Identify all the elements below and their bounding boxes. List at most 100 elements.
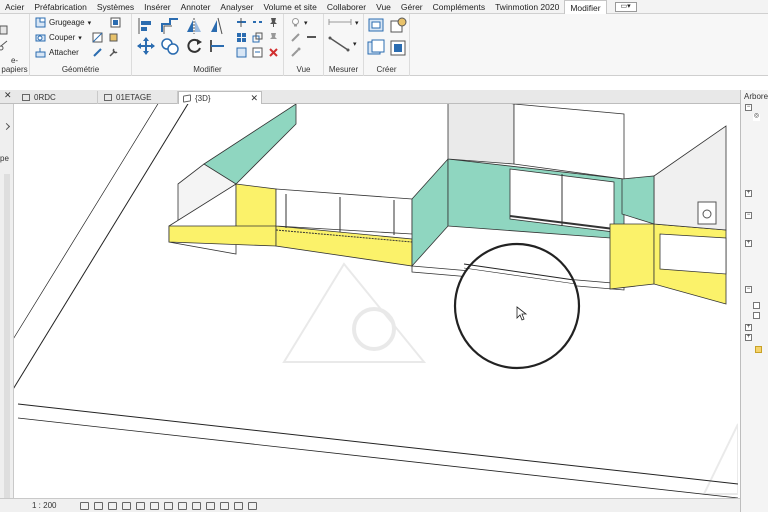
drawing-area-3d[interactable] <box>14 104 738 498</box>
building-right-wing[interactable] <box>609 125 727 305</box>
mirror-axis-icon[interactable] <box>184 16 204 36</box>
aligned-dimension-icon[interactable]: ▾ <box>328 36 357 52</box>
chevron-right-icon[interactable] <box>2 122 11 131</box>
join-geometry-button[interactable] <box>110 17 121 28</box>
tree-expand-icon[interactable]: + <box>745 190 752 197</box>
link-icon <box>755 346 762 353</box>
paint-button[interactable] <box>108 32 119 43</box>
attach-button[interactable]: Attacher <box>35 47 79 58</box>
temporary-hide-icon[interactable] <box>192 502 201 510</box>
cut-icon[interactable] <box>0 40 9 51</box>
paintbrush-icon[interactable] <box>290 47 301 58</box>
terrain-edge-line <box>14 104 189 389</box>
tab-3d[interactable]: {3D} ✕ <box>178 91 262 104</box>
chevron-down-icon: ▾ <box>78 34 82 42</box>
tree-collapse-icon[interactable]: − <box>745 286 752 293</box>
tree-collapse-icon[interactable]: − <box>745 212 752 219</box>
clipboard-panel: e-papiers <box>0 14 30 76</box>
measure-panel: ▾ ▾ Mesurer <box>324 14 364 76</box>
visual-style-icon[interactable] <box>94 502 103 510</box>
trim-multiple-button[interactable] <box>252 47 263 58</box>
tab-label: {3D} <box>195 94 211 103</box>
wrench-icon[interactable] <box>108 47 119 58</box>
offset-icon[interactable] <box>160 16 180 36</box>
menu-tab-acier[interactable]: Acier <box>0 0 29 14</box>
render-icon[interactable] <box>136 502 145 510</box>
menu-tab-vue[interactable]: Vue <box>371 0 396 14</box>
pencil-icon[interactable] <box>290 32 301 43</box>
crop-region-icon[interactable] <box>164 502 173 510</box>
shadows-icon[interactable] <box>122 502 131 510</box>
view-scale[interactable]: 1 : 200 <box>32 501 56 510</box>
detail-level-icon[interactable] <box>80 502 89 510</box>
menu-tab-annoter[interactable]: Annoter <box>176 0 216 14</box>
views-icon: ◎ <box>753 113 760 121</box>
menu-tab-analyser[interactable]: Analyser <box>215 0 258 14</box>
measure-distance-icon[interactable]: ▾ <box>328 17 359 28</box>
array-button[interactable] <box>236 32 247 43</box>
move-icon[interactable] <box>136 36 156 56</box>
cut-geometry-icon <box>35 32 46 43</box>
split-face-button[interactable] <box>92 32 103 43</box>
menu-tab-complements[interactable]: Compléments <box>428 0 490 14</box>
appliance-symbol <box>697 201 717 225</box>
slab-edge-line <box>17 403 738 485</box>
copy-icon[interactable] <box>160 36 180 56</box>
clipboard-panel-label: e-papiers <box>1 56 28 74</box>
highlight-displacement-icon[interactable] <box>234 502 243 510</box>
crop-view-icon[interactable] <box>150 502 159 510</box>
pin-button[interactable] <box>268 17 279 28</box>
measure-panel-label: Mesurer <box>328 65 359 74</box>
zoom-lens-circle <box>453 242 581 370</box>
trim-extend-icon[interactable] <box>208 36 228 56</box>
rotate-icon[interactable] <box>184 36 204 56</box>
menu-tab-volume-site[interactable]: Volume et site <box>258 0 321 14</box>
create-similar-icon[interactable] <box>366 16 386 36</box>
menu-tab-inserer[interactable]: Insérer <box>139 0 175 14</box>
scale-button[interactable] <box>252 32 263 43</box>
sun-path-icon[interactable] <box>108 502 117 510</box>
menu-tab-collaborer[interactable]: Collaborer <box>322 0 371 14</box>
delete-icon[interactable] <box>268 47 279 58</box>
tab-01etage[interactable]: 01ETAGE <box>100 91 178 104</box>
reveal-hidden-icon[interactable] <box>206 502 215 510</box>
chevron-down-icon: ▾ <box>87 19 92 27</box>
menu-tab-twinmotion[interactable]: Twinmotion 2020 <box>490 0 564 14</box>
cope-icon <box>35 17 46 28</box>
tree-expand-icon[interactable]: + <box>745 324 752 331</box>
properties-scrollbar[interactable] <box>4 174 10 512</box>
view-control-bar: 1 : 200 <box>0 498 740 512</box>
create-group-icon[interactable] <box>388 38 408 58</box>
menu-tab-modifier[interactable]: Modifier <box>564 0 607 14</box>
create-assembly-icon[interactable] <box>388 16 408 36</box>
unpin-button[interactable] <box>268 32 279 43</box>
create-parts-icon[interactable] <box>366 38 386 58</box>
lightbulb-icon[interactable]: ▾ <box>290 17 308 28</box>
analytical-model-icon[interactable] <box>220 502 229 510</box>
sheet-icon <box>753 312 760 319</box>
show-constraints-icon[interactable] <box>248 502 257 510</box>
wall-joins-button[interactable] <box>92 47 103 58</box>
menu-tab-systemes[interactable]: Systèmes <box>92 0 139 14</box>
paste-icon[interactable] <box>0 24 9 35</box>
linework-icon[interactable] <box>306 32 317 43</box>
ribbon-minimize-toggle[interactable]: ▭▾ <box>614 1 637 12</box>
group-button[interactable] <box>236 47 247 58</box>
align-icon[interactable] <box>136 16 156 36</box>
project-browser-title: Arbore <box>744 92 768 101</box>
cut-geometry-button[interactable]: Couper ▾ <box>35 32 82 43</box>
split-gap-button[interactable] <box>252 17 263 28</box>
lock-view-icon[interactable] <box>178 502 187 510</box>
tree-expand-icon[interactable]: + <box>745 240 752 247</box>
tree-collapse-icon[interactable]: − <box>745 104 752 111</box>
slab-edge-line <box>17 417 738 498</box>
building-left-wing[interactable] <box>168 104 413 267</box>
floor-plan-icon <box>104 94 112 101</box>
split-element-button[interactable] <box>236 17 247 28</box>
menu-tab-gerer[interactable]: Gérer <box>396 0 428 14</box>
cope-button[interactable]: Grugeage ▾ <box>35 17 91 28</box>
menu-tab-prefabrication[interactable]: Préfabrication <box>29 0 91 14</box>
mirror-draw-icon[interactable] <box>208 16 228 36</box>
tab-0rdc[interactable]: 0RDC <box>18 91 98 104</box>
tree-expand-icon[interactable]: + <box>745 334 752 341</box>
